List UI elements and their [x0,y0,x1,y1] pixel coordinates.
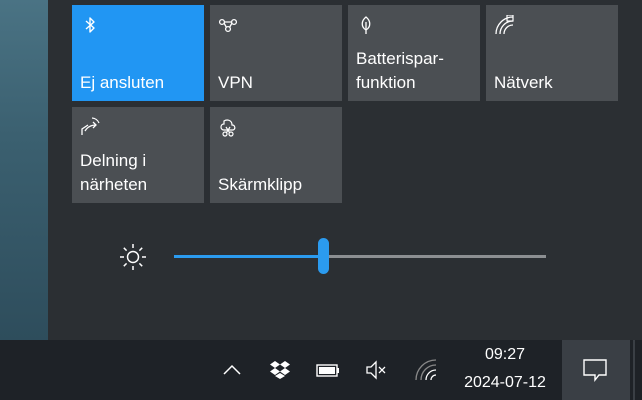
wifi-icon[interactable] [414,358,438,382]
dropbox-icon[interactable] [268,358,292,382]
action-center-panel: Ej ansluten VPN Batterispar- funktion Nä… [48,0,642,340]
quick-action-snip[interactable]: Skärmklipp [210,107,342,203]
action-center-icon [583,359,607,382]
taskbar: 09:27 2024-07-12 [0,340,642,400]
quick-action-nearby-sharing[interactable]: Delning i närheten [72,107,204,203]
slider-fill [174,255,323,258]
taskbar-clock[interactable]: 09:27 2024-07-12 [452,340,558,400]
clock-date: 2024-07-12 [464,374,546,391]
action-center-button[interactable] [562,340,630,400]
chevron-up-icon[interactable] [220,358,244,382]
snip-scissors-icon [220,119,236,137]
battery-saver-leaf-icon [361,16,371,34]
show-desktop-button[interactable] [633,340,635,400]
volume-muted-icon[interactable] [364,358,388,382]
quick-action-vpn[interactable]: VPN [210,5,342,101]
tile-label: Delning i närheten [80,151,148,194]
vpn-icon [218,18,238,33]
brightness-slider[interactable] [174,238,546,274]
quick-action-network[interactable]: Nätverk [486,5,618,101]
tile-label: VPN [218,73,253,92]
desktop-background [0,0,48,340]
brightness-control [118,238,558,274]
nearby-sharing-icon [81,117,100,135]
tile-label: Skärmklipp [218,175,303,194]
slider-thumb[interactable] [317,238,329,274]
bluetooth-icon [85,17,95,33]
quick-action-battery-saver[interactable]: Batterispar- funktion [348,5,480,101]
network-icon [495,15,514,35]
tile-label: Ej ansluten [80,73,165,92]
battery-icon[interactable] [316,358,340,382]
sun-icon [120,244,146,270]
quick-action-bluetooth[interactable]: Ej ansluten [72,5,204,101]
tile-label: Batterispar- funktion [356,49,444,92]
tile-label: Nätverk [494,73,553,92]
clock-time: 09:27 [484,346,526,363]
